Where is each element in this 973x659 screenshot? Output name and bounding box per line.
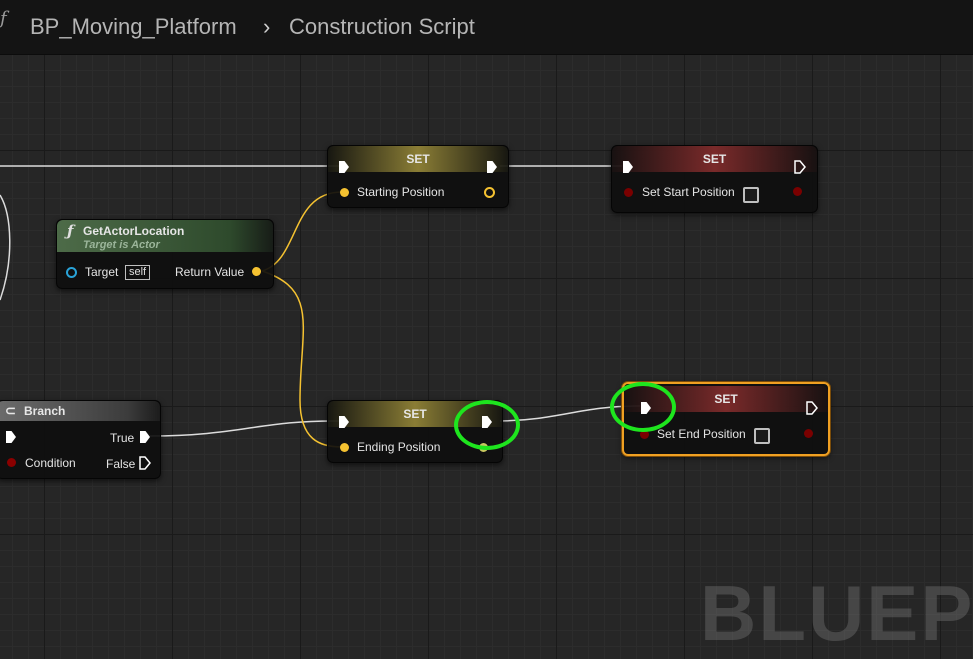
annotation-circle-exec-in <box>610 382 676 432</box>
vector-in-pin[interactable] <box>340 188 349 197</box>
condition-label: Condition <box>25 456 76 470</box>
exec-wire <box>149 420 341 437</box>
false-exec-pin[interactable] <box>139 456 151 470</box>
node-title: GetActorLocation <box>83 224 185 238</box>
target-label: Target <box>85 265 119 279</box>
vector-out-pin[interactable] <box>252 267 261 276</box>
vector-in-pin[interactable] <box>340 443 349 452</box>
true-label: True <box>110 431 135 445</box>
node-title-bar: ⊂ Branch <box>0 401 160 421</box>
set-start-position-node[interactable]: SET Set Start Position <box>611 145 818 213</box>
bool-out-pin[interactable] <box>793 187 802 196</box>
variable-label: Set End Position <box>657 427 746 441</box>
set-starting-position-node[interactable]: SET Starting Position <box>327 145 509 208</box>
node-title: SET <box>328 146 508 172</box>
branch-icon: ⊂ <box>5 403 16 418</box>
node-title: Branch <box>24 404 66 418</box>
bool-in-pin[interactable] <box>7 458 16 467</box>
value-checkbox[interactable] <box>743 187 759 203</box>
false-label: False <box>106 457 136 471</box>
bool-in-pin[interactable] <box>624 188 633 197</box>
exec-out-pin[interactable] <box>806 401 818 415</box>
wires-layer <box>0 165 641 448</box>
function-icon: ƒ <box>67 222 74 240</box>
object-in-pin[interactable] <box>66 267 77 278</box>
get-actor-location-node[interactable]: ƒ GetActorLocation Target is Actor Targe… <box>56 219 274 289</box>
node-title-bar: ƒ GetActorLocation Target is Actor <box>57 220 273 252</box>
exec-wire <box>0 194 11 301</box>
annotation-circle-exec-out <box>454 400 520 450</box>
node-subtitle: Target is Actor <box>83 239 160 251</box>
variable-label: Ending Position <box>357 440 441 454</box>
target-value[interactable]: self <box>125 265 151 280</box>
variable-label: Starting Position <box>357 185 445 199</box>
blueprint-watermark: BLUEPRI <box>700 569 973 657</box>
exec-in-pin[interactable] <box>6 431 16 443</box>
node-title: SET <box>612 146 817 172</box>
variable-label: Set Start Position <box>642 185 735 199</box>
bool-out-pin[interactable] <box>804 429 813 438</box>
value-checkbox[interactable] <box>754 428 770 444</box>
vector-out-pin[interactable] <box>484 187 495 198</box>
exec-out-pin[interactable] <box>794 160 806 174</box>
return-value-label: Return Value <box>175 265 245 279</box>
branch-node[interactable]: ⊂ Branch True Condition False <box>0 400 161 479</box>
true-exec-pin[interactable] <box>140 431 150 443</box>
